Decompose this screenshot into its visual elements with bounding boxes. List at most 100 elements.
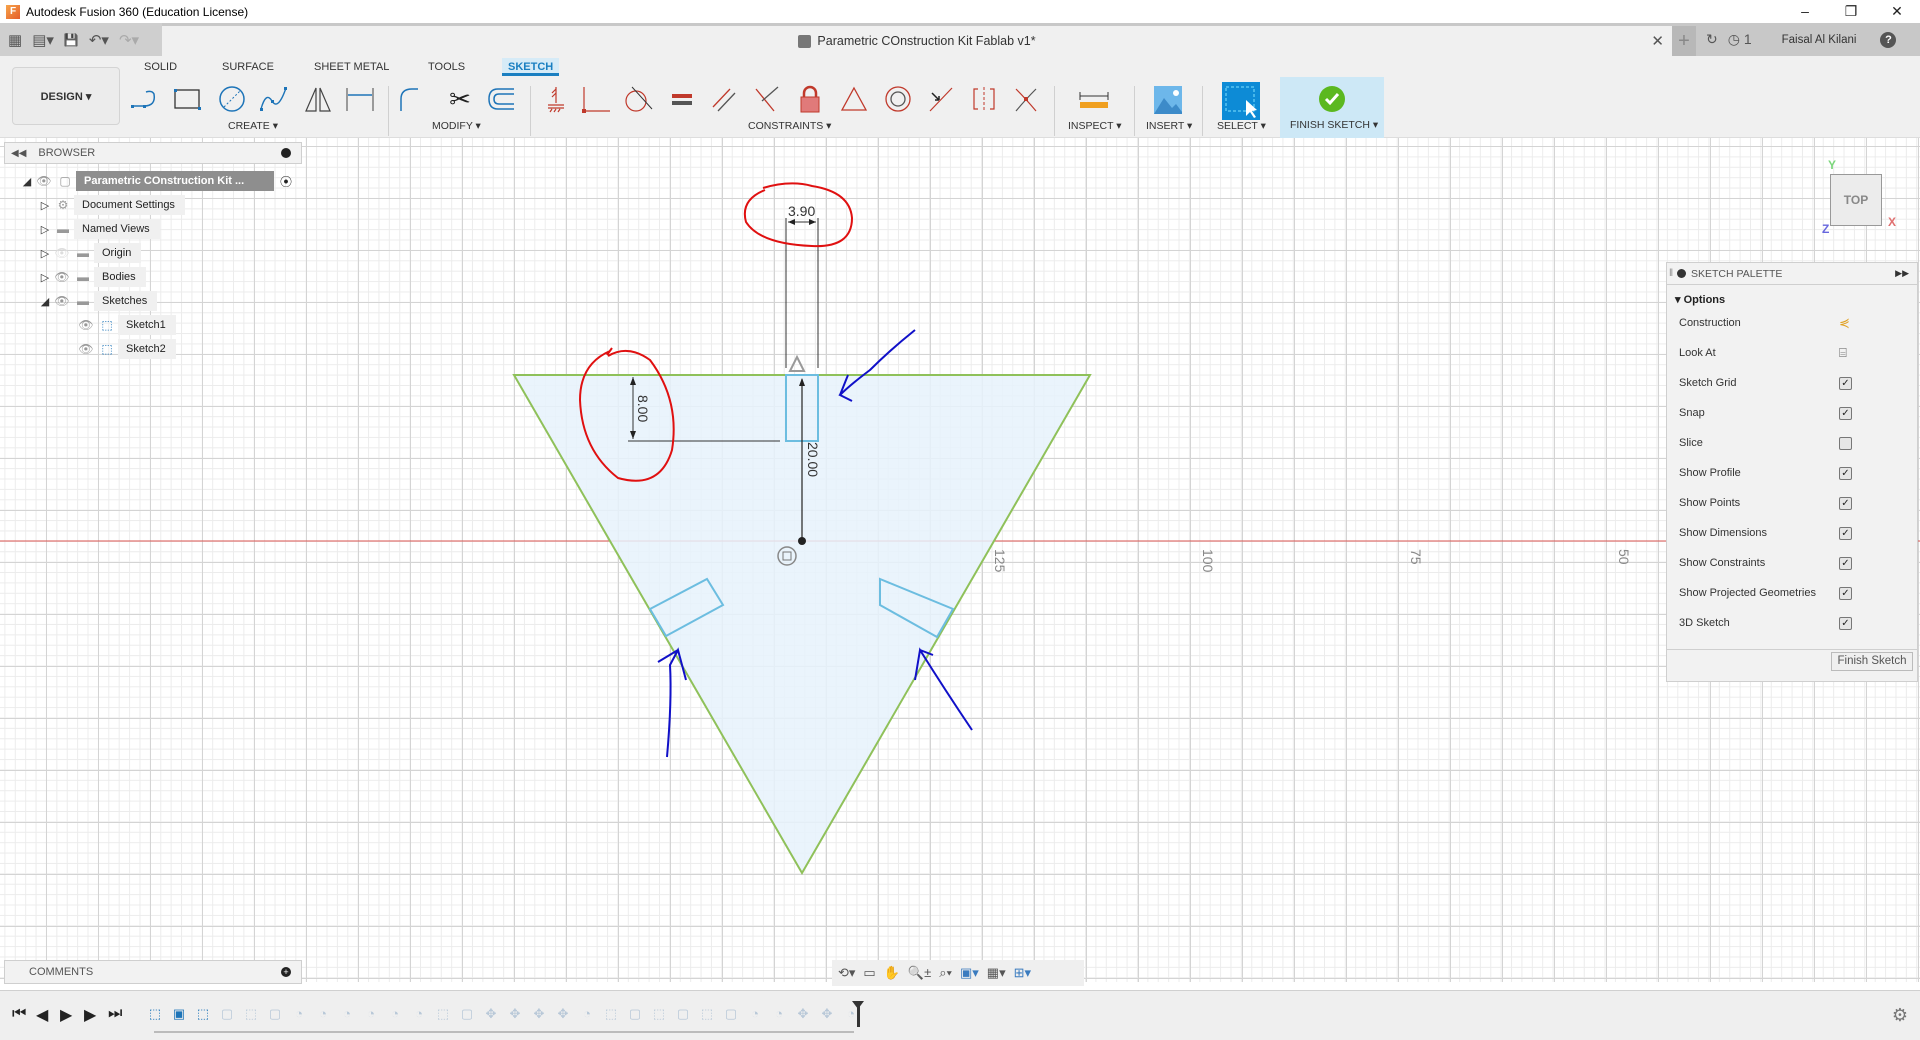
create-menu[interactable]: CREATE ▾ xyxy=(228,120,278,132)
show-constraints-checkbox[interactable]: ✓ xyxy=(1839,556,1852,570)
timeline-feature-icon[interactable]: ⬚ xyxy=(434,1005,452,1023)
drag-handle-icon[interactable]: ‖ xyxy=(1669,268,1673,279)
timeline-feature-icon[interactable]: ◔ xyxy=(386,1005,404,1023)
notifications-icon[interactable]: ◷ 1 xyxy=(1728,31,1752,48)
tab-sketch[interactable]: SKETCH xyxy=(502,58,560,76)
add-comment-icon[interactable]: + xyxy=(281,967,291,977)
palette-row-show-constraints[interactable]: Show Constraints ✓ xyxy=(1679,553,1907,573)
tab-tools[interactable]: TOOLS xyxy=(422,58,471,76)
perpendicular-constraint[interactable] xyxy=(748,82,784,116)
timeline-feature-icon[interactable]: ◔ xyxy=(410,1005,428,1023)
new-tab-button[interactable]: + xyxy=(1672,26,1696,56)
fillet-tool[interactable] xyxy=(396,82,432,116)
zoom-icon[interactable]: 🔍± xyxy=(908,965,931,981)
timeline-feature-icon[interactable]: ◔ xyxy=(578,1005,596,1023)
concentric-constraint[interactable] xyxy=(880,82,916,116)
look-at-icon[interactable]: ⌸ xyxy=(1839,345,1847,361)
timeline-feature-icon[interactable]: ◔ xyxy=(770,1005,788,1023)
dimension-width[interactable]: 3.90 xyxy=(785,203,819,368)
sketch-grid-checkbox[interactable]: ✓ xyxy=(1839,376,1852,390)
collapsed-icon[interactable]: ▷ xyxy=(38,199,52,212)
palette-row-show-profile[interactable]: Show Profile ✓ xyxy=(1679,463,1907,483)
collapsed-icon[interactable]: ▷ xyxy=(38,271,52,284)
equal-constraint[interactable] xyxy=(664,82,700,116)
collinear-constraint[interactable] xyxy=(922,82,958,116)
measure-tool[interactable] xyxy=(1076,82,1112,116)
timeline-feature-icon[interactable]: ◔ xyxy=(746,1005,764,1023)
palette-row-slice[interactable]: Slice xyxy=(1679,433,1907,453)
finish-sketch-group[interactable]: FINISH SKETCH ▾ xyxy=(1280,77,1384,138)
timeline-feature-icon[interactable]: ▢ xyxy=(674,1005,692,1023)
timeline-feature-icon[interactable]: ◔ xyxy=(362,1005,380,1023)
visibility-icon[interactable]: 👁 xyxy=(52,270,72,284)
minimize-panel-icon[interactable] xyxy=(281,148,291,158)
timeline-feature-icon[interactable]: ◔ xyxy=(338,1005,356,1023)
timeline-feature-icon[interactable]: ◔ xyxy=(290,1005,308,1023)
timeline-feature-icon[interactable]: ▢ xyxy=(626,1005,644,1023)
select-tool[interactable] xyxy=(1222,82,1260,120)
job-status-icon[interactable]: ↻ xyxy=(1706,31,1718,48)
midpoint-constraint[interactable] xyxy=(836,82,872,116)
browser-item-sketch1[interactable]: 👁 ⬚ Sketch1 xyxy=(76,315,176,335)
spline-tool[interactable] xyxy=(256,82,292,116)
timeline-marker[interactable] xyxy=(852,1001,864,1027)
pan-icon[interactable]: ✋ xyxy=(884,965,900,981)
redo-icon[interactable]: ↷▾ xyxy=(119,31,139,49)
mirror-tool[interactable] xyxy=(300,82,336,116)
dimension-width-label[interactable]: 3.90 xyxy=(788,203,815,219)
fix-constraint[interactable] xyxy=(538,82,574,116)
minimize-palette-icon[interactable] xyxy=(1677,269,1686,278)
grid-settings-icon[interactable]: ▦▾ xyxy=(987,965,1006,981)
lock-constraint[interactable] xyxy=(792,82,828,116)
browser-item-bodies[interactable]: ▷ 👁 ▬ Bodies xyxy=(38,267,146,287)
palette-row-snap[interactable]: Snap ✓ xyxy=(1679,403,1907,423)
comments-panel[interactable]: COMMENTS + xyxy=(4,960,302,984)
timeline-feature-icon[interactable]: ▢ xyxy=(458,1005,476,1023)
timeline-feature-icon[interactable]: ▢ xyxy=(218,1005,236,1023)
timeline-feature-icon[interactable]: ✥ xyxy=(554,1005,572,1023)
browser-item-sketch2[interactable]: 👁 ⬚ Sketch2 xyxy=(76,339,176,359)
parallel-constraint[interactable] xyxy=(706,82,742,116)
file-menu-icon[interactable]: ▤▾ xyxy=(32,31,54,49)
midpoint-constraint-glyph[interactable] xyxy=(788,354,806,372)
browser-item-named-views[interactable]: ▷ ▬ Named Views xyxy=(38,219,160,239)
document-tab[interactable]: Parametric COnstruction Kit Fablab v1* ✕ xyxy=(162,26,1672,56)
dimension-offset-label[interactable]: 20.00 xyxy=(805,442,821,477)
circle-tool[interactable] xyxy=(214,82,250,116)
timeline-settings-gear-icon[interactable]: ⚙ xyxy=(1892,1005,1908,1026)
step-forward-button[interactable]: ▶ xyxy=(84,1005,96,1025)
timeline-feature-icon[interactable]: ◔ xyxy=(314,1005,332,1023)
3d-sketch-checkbox[interactable]: ✓ xyxy=(1839,616,1852,630)
line-tool[interactable] xyxy=(128,82,164,116)
timeline-feature-icon[interactable]: ✥ xyxy=(794,1005,812,1023)
timeline-feature-icon[interactable]: ▣ xyxy=(170,1005,188,1023)
palette-row-show-points[interactable]: Show Points ✓ xyxy=(1679,493,1907,513)
tab-sheet-metal[interactable]: SHEET METAL xyxy=(308,58,395,76)
select-menu[interactable]: SELECT ▾ xyxy=(1217,120,1266,132)
timeline-feature-icon[interactable]: ⬚ xyxy=(146,1005,164,1023)
snap-checkbox[interactable]: ✓ xyxy=(1839,406,1852,420)
hidden-icon[interactable]: 👁 xyxy=(52,246,72,260)
options-section[interactable]: ▾ Options xyxy=(1667,285,1917,306)
rectangle-tool[interactable] xyxy=(170,82,206,116)
palette-row-construction[interactable]: Construction ⋞ xyxy=(1679,313,1907,333)
browser-item-sketches[interactable]: ◢ 👁 ▬ Sketches xyxy=(38,291,158,311)
collapsed-icon[interactable]: ▷ xyxy=(38,247,52,260)
trim-tool[interactable]: ✂ xyxy=(442,82,478,116)
activate-radio-icon[interactable]: ⦿ xyxy=(280,173,292,190)
timeline-feature-icon[interactable]: ⬚ xyxy=(698,1005,716,1023)
show-projected-geometries-checkbox[interactable]: ✓ xyxy=(1839,586,1852,600)
play-button[interactable]: ▶ xyxy=(60,1005,72,1025)
go-to-start-button[interactable]: ⏮ xyxy=(12,1005,26,1023)
timeline-feature-icon[interactable]: ✥ xyxy=(482,1005,500,1023)
show-dimensions-checkbox[interactable]: ✓ xyxy=(1839,526,1852,540)
visibility-icon[interactable]: 👁 xyxy=(76,342,96,356)
minimize-button[interactable]: – xyxy=(1782,0,1828,23)
expanded-icon[interactable]: ◢ xyxy=(38,295,52,308)
symmetry-constraint[interactable] xyxy=(966,82,1002,116)
timeline-feature-icon[interactable]: ✥ xyxy=(818,1005,836,1023)
tangent-constraint[interactable] xyxy=(620,82,656,116)
collapse-panel-icon[interactable]: ◀◀ xyxy=(11,148,26,159)
insert-menu[interactable]: INSERT ▾ xyxy=(1146,120,1192,132)
browser-item-origin[interactable]: ▷ 👁 ▬ Origin xyxy=(38,243,142,263)
